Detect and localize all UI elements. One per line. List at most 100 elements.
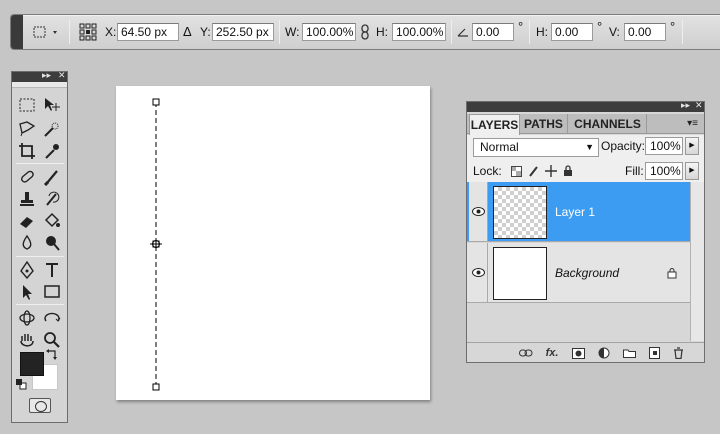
blend-mode-select[interactable]: Normal ▼	[473, 138, 599, 157]
brush-tool[interactable]	[42, 167, 62, 187]
eye-icon	[471, 207, 485, 216]
history-brush-icon	[46, 191, 60, 206]
transform-handle-bottom[interactable]	[152, 383, 160, 391]
tools-panel-header[interactable]: ▸▸ ✕	[12, 70, 67, 82]
rectangular-marquee-tool[interactable]	[17, 95, 37, 115]
maintain-aspect-ratio-button[interactable]	[360, 15, 370, 49]
layer-row-layer-1[interactable]: Layer 1	[467, 182, 690, 242]
layers-panel-header[interactable]: ▸▸ ✕	[467, 100, 704, 112]
add-mask-button[interactable]	[571, 346, 585, 360]
lock-transparent-pixels-icon[interactable]	[511, 165, 522, 177]
separator	[451, 20, 452, 44]
lock-image-pixels-icon[interactable]	[528, 165, 539, 177]
height-label: H:	[376, 25, 388, 39]
lasso-icon	[19, 121, 36, 137]
quick-mask-button[interactable]	[29, 398, 51, 413]
layers-scrollbar[interactable]	[690, 182, 704, 341]
visibility-toggle[interactable]	[469, 243, 488, 302]
stamp-icon	[20, 192, 34, 206]
horizontal-skew-field[interactable]: 0.00	[551, 23, 593, 41]
fill-field[interactable]: 100%	[645, 162, 683, 180]
transform-handle-top[interactable]	[152, 98, 160, 106]
visibility-toggle[interactable]	[469, 182, 488, 241]
collapse-icon[interactable]: ▸▸	[42, 70, 51, 81]
rectangle-tool[interactable]	[42, 282, 62, 302]
link-layers-button[interactable]	[519, 346, 533, 360]
paint-bucket-icon	[44, 212, 60, 228]
paint-bucket-tool[interactable]	[42, 211, 62, 231]
transform-bounding-box[interactable]	[116, 86, 430, 400]
rotate-angle-field[interactable]: 0.00	[472, 23, 514, 41]
new-group-button[interactable]	[622, 346, 636, 360]
x-label: X:	[105, 25, 117, 39]
pen-tool[interactable]	[17, 260, 37, 280]
tab-channels[interactable]: CHANNELS	[569, 114, 647, 134]
collapse-icon[interactable]: ▸▸	[681, 100, 690, 111]
eraser-tool[interactable]	[17, 211, 37, 231]
type-tool[interactable]	[42, 260, 62, 280]
opacity-field[interactable]: 100%	[645, 137, 683, 155]
reference-point-locator[interactable]	[79, 15, 97, 49]
fill-slider-button[interactable]: ▶	[685, 162, 699, 180]
tab-paths[interactable]: PATHS	[520, 114, 568, 134]
move-tool[interactable]	[42, 95, 62, 115]
spot-healing-brush-tool[interactable]	[17, 167, 37, 187]
vertical-skew-field[interactable]: 0.00	[624, 23, 666, 41]
crop-tool[interactable]	[17, 141, 37, 161]
tab-layers[interactable]: LAYERS	[469, 114, 520, 135]
zoom-tool[interactable]	[42, 330, 62, 350]
eyedropper-icon	[45, 144, 59, 159]
adjustment-layer-button[interactable]	[597, 346, 611, 360]
marquee-icon	[19, 98, 35, 112]
default-colors-button[interactable]	[15, 378, 27, 390]
relative-positioning-toggle[interactable]: Δ	[183, 24, 192, 39]
rectangle-shape-icon	[44, 285, 60, 298]
hand-tool[interactable]	[17, 330, 37, 350]
foreground-color-swatch[interactable]	[20, 352, 44, 376]
document-canvas[interactable]	[116, 86, 430, 400]
pen-icon	[20, 261, 34, 279]
layer-row-background[interactable]: Background	[467, 243, 690, 303]
height-scale-field[interactable]: 100.00%	[392, 23, 446, 41]
3d-orbit-tool[interactable]	[42, 308, 62, 328]
x-position-field[interactable]: 64.50 px	[117, 23, 179, 41]
lock-all-icon[interactable]	[563, 165, 573, 177]
history-brush-tool[interactable]	[42, 189, 62, 209]
lock-label: Lock:	[473, 164, 502, 178]
layers-panel: ▸▸ ✕ LAYERS PATHS CHANNELS ▾≡ Normal ▼ O…	[466, 100, 705, 363]
reference-point-crosshair[interactable]	[150, 238, 162, 250]
magic-wand-icon	[44, 122, 59, 137]
lock-position-icon[interactable]	[545, 165, 557, 177]
width-label: W:	[285, 25, 300, 39]
lasso-tool[interactable]	[17, 119, 37, 139]
panel-menu-icon[interactable]: ▾≡	[687, 118, 698, 129]
tool-group-separator	[16, 256, 64, 257]
brush-icon	[43, 170, 58, 186]
layer-style-button[interactable]: fx.	[545, 346, 559, 360]
swap-colors-button[interactable]	[46, 348, 58, 360]
magic-wand-tool[interactable]	[42, 119, 62, 139]
tools-panel-grip[interactable]	[12, 82, 67, 88]
eye-icon	[471, 268, 485, 277]
separator	[279, 20, 280, 44]
close-icon[interactable]: ✕	[695, 100, 703, 111]
hand-icon	[20, 334, 34, 347]
tool-preset-picker[interactable]	[33, 15, 61, 49]
path-selection-tool[interactable]	[17, 282, 37, 302]
dodge-tool[interactable]	[42, 233, 62, 253]
folder-icon	[622, 349, 636, 358]
eyedropper-tool[interactable]	[42, 141, 62, 161]
new-layer-button[interactable]	[647, 346, 661, 360]
options-bar-grip[interactable]	[11, 15, 23, 49]
close-icon[interactable]: ✕	[58, 70, 66, 81]
swap-arrows-icon	[46, 349, 57, 360]
delete-layer-button[interactable]	[671, 346, 685, 360]
y-position-field[interactable]: 252.50 px	[212, 23, 274, 41]
opacity-slider-button[interactable]: ▶	[685, 137, 699, 155]
3d-rotate-tool[interactable]	[17, 308, 37, 328]
blur-icon	[22, 234, 32, 250]
clone-stamp-tool[interactable]	[17, 189, 37, 209]
width-scale-field[interactable]: 100.00%	[302, 23, 356, 41]
eraser-icon	[20, 217, 33, 228]
blur-tool[interactable]	[17, 233, 37, 253]
